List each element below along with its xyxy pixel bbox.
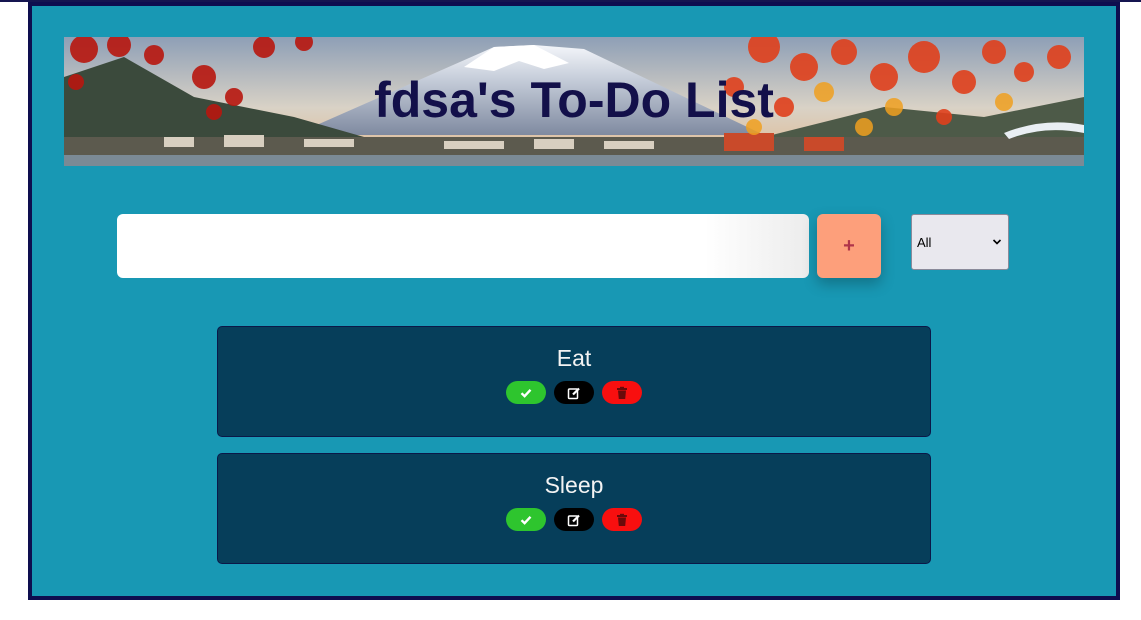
delete-button[interactable] [602,508,642,531]
todo-item: Sleep [217,453,931,564]
todo-item: Eat [217,326,931,437]
trash-icon [617,513,627,526]
todo-text: Sleep [544,472,604,498]
edit-button[interactable] [554,508,594,531]
complete-button[interactable] [506,381,546,404]
header-banner: fdsa's To-Do List [64,37,1084,166]
todo-input[interactable] [117,214,809,278]
todo-actions [218,381,930,404]
edit-icon [567,387,580,399]
todo-text: Eat [556,345,592,371]
delete-button[interactable] [602,381,642,404]
todo-app-container: fdsa's To-Do List + All Eat Sleep [28,2,1120,600]
edit-icon [567,514,580,526]
trash-icon [617,386,627,399]
add-todo-button[interactable]: + [817,214,881,278]
todo-actions [218,508,930,531]
filter-select[interactable]: All [911,214,1009,270]
page-title: fdsa's To-Do List [374,72,774,128]
check-icon [520,515,532,525]
chevron-down-icon [992,239,1002,245]
todo-list: Eat Sleep [217,326,931,580]
edit-button[interactable] [554,381,594,404]
complete-button[interactable] [506,508,546,531]
filter-selected-value: All [917,234,932,250]
check-icon [520,388,532,398]
